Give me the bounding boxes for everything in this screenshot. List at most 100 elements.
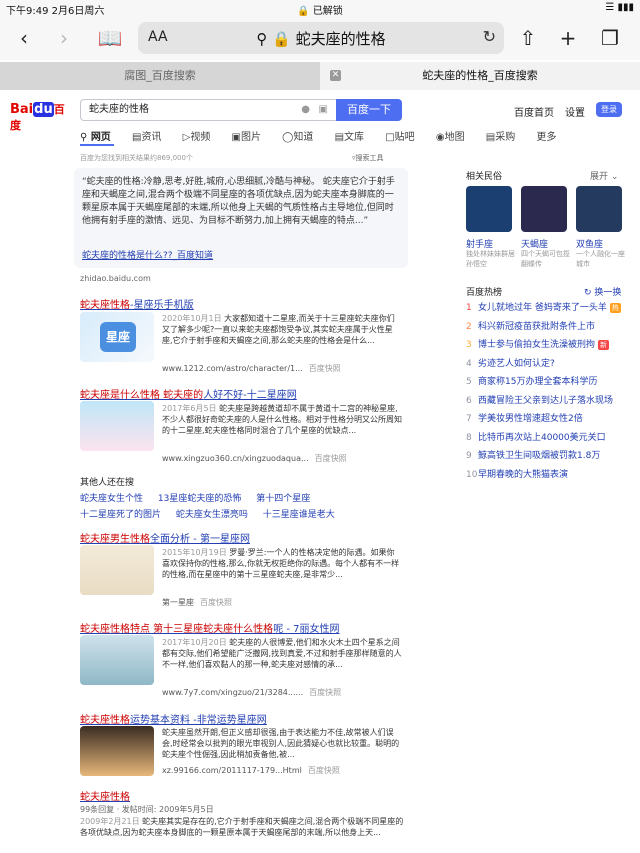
snippet-source: zhidao.baidu.com xyxy=(80,274,151,283)
sagittarius-image[interactable] xyxy=(466,186,512,232)
reload-icon[interactable]: ↻ xyxy=(483,27,496,46)
search-button[interactable]: 百度一下 xyxy=(336,99,402,121)
result-thumbnail[interactable] xyxy=(80,401,154,451)
snapshot-link: 百度快照 xyxy=(307,766,340,775)
hot-title[interactable]: 学美妆男性增速超女性2倍 xyxy=(478,414,583,424)
hot-list-item[interactable]: 3 博士参与偷拍女生洗澡被刑拘新 xyxy=(466,337,610,350)
camera-icon[interactable]: ▣ xyxy=(319,100,328,120)
back-icon[interactable]: ‹ xyxy=(10,24,38,52)
result-thumbnail[interactable] xyxy=(80,545,154,595)
hot-list-item[interactable]: 4 劣迹艺人如何认定? xyxy=(466,356,555,369)
tab-web[interactable]: ⚲ 网页 xyxy=(80,132,120,143)
lock-status: 🔒 已解锁 xyxy=(297,6,343,17)
tab-purchase[interactable]: ▤采购 xyxy=(486,132,524,143)
tab-tieba[interactable]: □贴吧 xyxy=(385,132,423,143)
address-bar[interactable]: AA ⚲ 🔒 蛇夫座的性格 ↻ xyxy=(138,22,504,54)
login-button[interactable]: 登录 xyxy=(596,102,622,117)
hot-list-item[interactable]: 2 科兴新冠疫苗获批附条件上市 xyxy=(466,319,595,332)
hot-title[interactable]: 商家称15万办理全套本科学历 xyxy=(478,377,597,387)
related-searches-row: 十二星座死了的图片 蛇夫座女生漂亮吗 十三星座谁是老大 xyxy=(80,507,347,520)
hot-title[interactable]: 早期春晚的大熊猫表演 xyxy=(478,470,568,480)
hot-rank: 2 xyxy=(466,321,472,332)
battery-icon: ☰ ▮▮▮ xyxy=(605,2,634,13)
related-searches-row: 蛇夫座女生个性 13星座蛇夫座的恐怖 第十四个星座 xyxy=(80,491,322,504)
close-tab-icon[interactable]: ✕ xyxy=(330,70,341,81)
related-search-link[interactable]: 十二星座死了的图片 xyxy=(80,510,161,520)
address-text[interactable]: ⚲ 🔒 蛇夫座的性格 xyxy=(138,28,504,49)
microphone-icon[interactable]: ● xyxy=(301,100,310,120)
hot-list-item[interactable]: 6 西藏冒险王父亲到达儿子落水现场 xyxy=(466,393,613,406)
hot-list-item[interactable]: 5 商家称15万办理全套本科学历 xyxy=(466,374,597,387)
hot-rank: 10 xyxy=(466,469,478,480)
related-search-link[interactable]: 第十四个星座 xyxy=(256,494,310,504)
result-title-2[interactable]: 蛇夫座是什么性格 蛇夫座的人好不好-十二星座网 xyxy=(80,386,297,401)
related-search-link[interactable]: 13星座蛇夫座的恐怖 xyxy=(158,494,241,504)
hot-title[interactable]: 科兴新冠疫苗获批附条件上市 xyxy=(478,322,595,332)
snippet-title-link[interactable]: 蛇夫座的性格是什么??_百度知道 xyxy=(82,248,213,261)
result-url-1[interactable]: www.1212.com/astro/character/1... 百度快照 xyxy=(162,363,341,374)
tab-news[interactable]: ▤资讯 xyxy=(132,132,170,143)
hot-title[interactable]: 比特币再次站上40000美元关口 xyxy=(478,433,606,443)
forward-icon[interactable]: › xyxy=(50,24,78,52)
result-title-4[interactable]: 蛇夫座性格特点 第十三星座蛇夫座什么性格呢 - 7丽女性网 xyxy=(80,620,340,635)
result-title-6[interactable]: 蛇夫座性格 xyxy=(80,788,130,803)
related-search-link[interactable]: 蛇夫座女生个性 xyxy=(80,494,143,504)
expand-button[interactable]: 展开 ⌄ xyxy=(590,169,618,182)
tab-inactive[interactable]: 腐图_百度搜索 xyxy=(0,62,320,90)
hot-rank: 7 xyxy=(466,414,472,424)
related-search-link[interactable]: 蛇夫座女生漂亮吗 xyxy=(176,510,248,520)
tab-video[interactable]: ▷视频 xyxy=(183,132,220,143)
result-thumbnail[interactable]: 星座 xyxy=(80,312,154,362)
hot-title[interactable]: 女儿就地过年 爸妈寄来了一头羊 xyxy=(478,303,607,313)
result-title-1[interactable]: 蛇夫座性格-星座乐手机版 xyxy=(80,296,194,311)
result-title-3[interactable]: 蛇夫座男生性格全面分析 - 第一星座网 xyxy=(80,530,250,545)
hot-rank: 8 xyxy=(466,432,472,443)
search-input[interactable]: 蛇夫座的性格 ● ▣ xyxy=(80,99,336,121)
hot-list-item[interactable]: 7 学美妆男性增速超女性2倍 xyxy=(466,411,583,424)
bookmarks-icon[interactable]: 📖 xyxy=(96,24,124,52)
result-url-2[interactable]: www.xingzuo360.cn/xingzuodaqua... 百度快照 xyxy=(162,453,347,464)
hot-list-item[interactable]: 8 比特币再次站上40000美元关口 xyxy=(466,430,606,443)
hot-title[interactable]: 西藏冒险王父亲到达儿子落水现场 xyxy=(478,396,613,406)
tabs-overview-icon[interactable]: ❐ xyxy=(596,24,624,52)
search-type-tabs: ⚲ 网页 ▤资讯 ▷视频 ▣图片 ◯知道 ▤文库 □贴吧 ◉地图 ▤采购 更多 xyxy=(80,128,565,143)
scorpio-image[interactable] xyxy=(521,186,567,232)
hot-list-item[interactable]: 10早期春晚的大熊猫表演 xyxy=(466,467,568,480)
hot-rank: 1 xyxy=(466,303,472,313)
result-snippet-2: 2017年6月5日 蛇夫座是跨越黄道却不属于黄道十二宫的神秘星座,不少人都很好奇… xyxy=(162,404,402,435)
refresh-button[interactable]: ↻ 换一换 xyxy=(584,285,621,298)
snippet-text: “蛇夫座的性格:冷静,思考,好胜,城府,心思细腻,冷酷与神秘。 蛇夫座它介于射手… xyxy=(82,177,395,226)
hot-list-item[interactable]: 1 女儿就地过年 爸妈寄来了一头羊热 xyxy=(466,300,621,313)
pisces-image[interactable] xyxy=(576,186,622,232)
tab-more[interactable]: 更多 xyxy=(536,132,556,143)
search-tools-button[interactable]: ▿搜索工具 xyxy=(352,153,384,163)
result-meta-6: 99条回复 · 发帖时间: 2009年5月5日 xyxy=(80,805,214,814)
result-title-5[interactable]: 蛇夫座性格运势基本资料 -非常运势星座网 xyxy=(80,711,267,726)
hot-title[interactable]: 劣迹艺人如何认定? xyxy=(478,359,555,369)
hot-title[interactable]: 博士参与偷拍女生洗澡被刑拘 xyxy=(478,340,595,350)
related-section-heading: 相关民俗 xyxy=(466,172,503,182)
hot-title[interactable]: 鲸高铁卫生间吸烟被罚款1.8万 xyxy=(478,451,600,461)
lock-icon: 🔒 xyxy=(272,30,291,48)
result-url-3[interactable]: 第一星座 百度快照 xyxy=(162,597,232,608)
tab-bar: 腐图_百度搜索 ✕ 蛇夫座的性格_百度搜索 xyxy=(0,62,640,90)
tab-wenku[interactable]: ▤文库 xyxy=(335,132,373,143)
share-icon[interactable]: ⇧ xyxy=(514,24,542,52)
tab-zhidao[interactable]: ◯知道 xyxy=(282,132,322,143)
result-url-5[interactable]: xz.99166.com/2011117-179...Html 百度快照 xyxy=(162,765,340,776)
result-thumbnail[interactable] xyxy=(80,726,154,776)
settings-link[interactable]: 设置 xyxy=(565,104,585,119)
result-thumbnail[interactable] xyxy=(80,635,154,685)
new-tab-icon[interactable]: + xyxy=(554,24,582,52)
result-snippet-1: 2020年10月1日 大家都知道十二星座,而关于十三星座蛇夫座你们又了解多少呢?… xyxy=(162,314,395,345)
home-link[interactable]: 百度首页 xyxy=(514,104,554,119)
tab-images[interactable]: ▣图片 xyxy=(232,132,270,143)
snapshot-link: 百度快照 xyxy=(308,364,341,373)
hot-list-item[interactable]: 9 鲸高铁卫生间吸烟被罚款1.8万 xyxy=(466,448,600,461)
result-snippet-5: 蛇夫座虽然开朗,但正义感却很强,由于表达能力不佳,故常被人们误会,时经常会以批判… xyxy=(162,728,400,759)
result-url-4[interactable]: www.7y7.com/xingzuo/21/3284...... 百度快照 xyxy=(162,687,341,698)
related-search-link[interactable]: 十三星座谁是老大 xyxy=(263,510,335,520)
baidu-logo[interactable]: Baidu百度 xyxy=(10,101,72,132)
tab-active[interactable]: ✕ 蛇夫座的性格_百度搜索 xyxy=(320,62,640,90)
tab-map[interactable]: ◉地图 xyxy=(436,132,474,143)
